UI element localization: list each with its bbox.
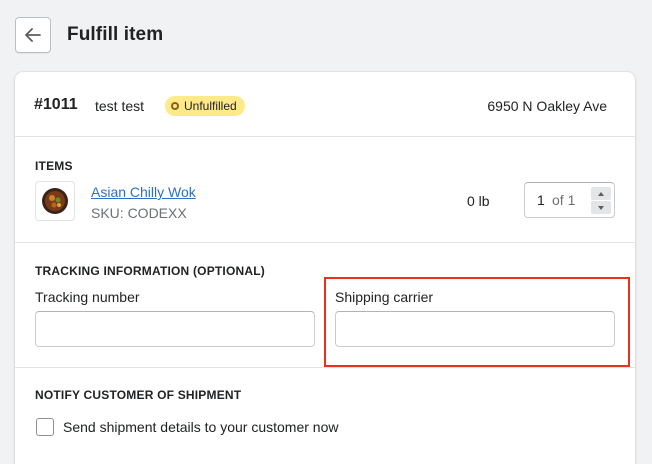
food-bowl-icon [42,188,68,214]
status-dot-icon [171,102,179,110]
notify-checkbox-label[interactable]: Send shipment details to your customer n… [63,419,338,435]
back-button[interactable] [15,17,51,53]
order-summary: #1011 test test Unfulfilled 6950 N Oakle… [15,72,635,137]
status-badge: Unfulfilled [165,96,245,116]
quantity-decrement-button[interactable] [591,201,611,214]
items-heading: ITEMS [35,159,73,173]
product-weight: 0 lb [467,193,490,209]
quantity-max: of 1 [552,192,576,208]
tracking-number-input[interactable] [35,311,315,347]
order-number: #1011 [34,96,78,113]
highlight-box [324,277,630,367]
items-section: ITEMS Asian Chilly Wok SKU: CODEXX 0 lb … [15,137,635,243]
product-sku: SKU: CODEXX [91,205,187,221]
shipping-address: 6950 N Oakley Ave [487,98,607,114]
product-link[interactable]: Asian Chilly Wok [91,184,196,200]
status-badge-label: Unfulfilled [184,99,237,113]
customer-name: test test [95,98,145,114]
notify-section: NOTIFY CUSTOMER OF SHIPMENT Send shipmen… [15,368,635,464]
tracking-section: TRACKING INFORMATION (OPTIONAL) Tracking… [15,243,635,368]
caret-up-icon [598,191,604,196]
tracking-number-label: Tracking number [35,289,140,305]
page-title: Fulfill item [67,24,164,45]
tracking-heading: TRACKING INFORMATION (OPTIONAL) [35,264,265,278]
quantity-increment-button[interactable] [591,187,611,200]
notify-heading: NOTIFY CUSTOMER OF SHIPMENT [35,388,242,402]
caret-down-icon [598,205,604,210]
arrow-left-icon [25,28,41,42]
quantity-value[interactable]: 1 [537,192,545,208]
notify-checkbox[interactable] [36,418,54,436]
quantity-stepper[interactable]: 1 of 1 [524,182,615,218]
product-thumbnail [35,181,75,221]
fulfillment-card: #1011 test test Unfulfilled 6950 N Oakle… [15,72,635,464]
